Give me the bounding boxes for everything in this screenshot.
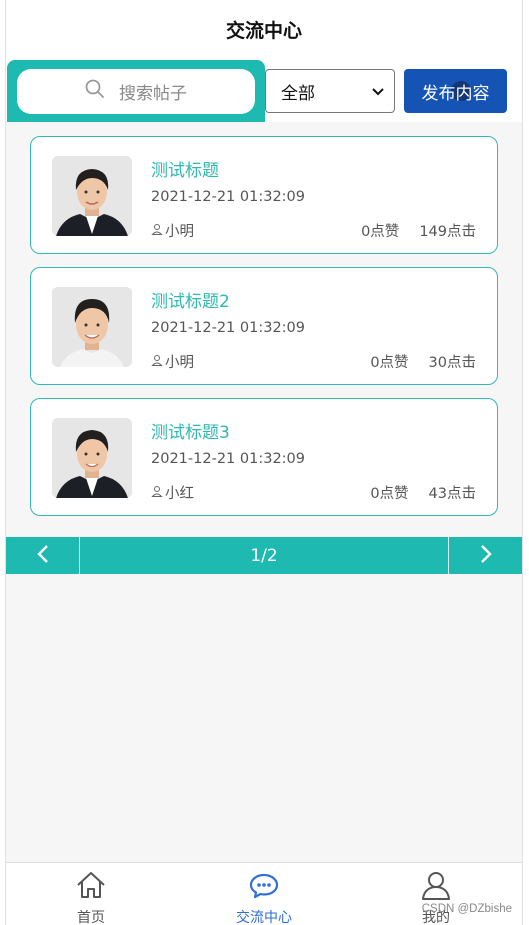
post-author-name: 小红 [165,486,194,502]
tab-home-label: 首页 [77,910,105,925]
post-author: 小明 [151,220,194,241]
publish-button[interactable]: 发布内容 [404,69,507,113]
tab-home[interactable]: 首页 [31,863,151,925]
post-card[interactable]: 测试标题3 2021-12-21 01:32:09 小红 0点赞 43点击 [30,398,498,516]
user-icon [420,869,452,905]
page-title: 交流中心 [225,19,302,42]
post-stats: 0点赞 30点击 [370,351,476,372]
post-title[interactable]: 测试标题2 [151,287,230,312]
post-title[interactable]: 测试标题3 [151,418,230,443]
post-author-name: 小明 [165,355,194,371]
post-stats: 0点赞 43点击 [370,482,476,503]
user-icon [151,223,163,239]
chevron-left-icon [36,544,49,568]
post-thumbnail [52,156,132,236]
post-likes: 0点赞 [361,224,400,240]
post-clicks: 30点击 [428,355,476,371]
page-title-bar: 交流中心 [6,0,522,58]
post-thumbnail [52,418,132,498]
post-author: 小明 [151,351,194,372]
post-author-name: 小明 [165,224,194,240]
post-clicks: 149点击 [419,224,476,240]
page-indicator: 1/2 [250,545,278,566]
tab-profile[interactable]: 我的 [376,863,496,925]
post-time: 2021-12-21 01:32:09 [151,189,305,205]
post-card[interactable]: 测试标题 2021-12-21 01:32:09 小明 0点赞 149点击 [30,136,498,254]
publish-button-label: 发布内容 [421,83,490,104]
post-list: 测试标题 2021-12-21 01:32:09 小明 0点赞 149点击 测试… [30,136,498,529]
search-icon [85,79,105,104]
category-select-value: 全部 [281,83,315,104]
chevron-right-icon [480,544,492,568]
search-input[interactable]: 搜索帖子 [17,69,255,114]
app-frame: 交流中心 搜索帖子 全部 发布内容 测试标题 2021-12-21 01:32:… [5,0,523,925]
post-clicks: 43点击 [428,486,476,502]
post-card[interactable]: 测试标题2 2021-12-21 01:32:09 小明 0点赞 30点击 [30,267,498,385]
bottom-tab-bar: 首页 交流中心 我的 CSDN @DZbishe [6,862,522,925]
prev-page-button[interactable] [6,537,79,574]
watermark: CSDN @DZbishe [421,903,512,915]
user-icon [151,354,163,370]
chevron-down-icon [372,81,384,101]
post-author: 小红 [151,482,194,503]
pagination-bar: 1/2 [6,537,522,574]
tab-forum-label: 交流中心 [236,910,292,925]
post-likes: 0点赞 [370,486,409,502]
search-field-wrapper: 搜索帖子 [7,60,265,122]
post-stats: 0点赞 149点击 [361,220,476,241]
post-time: 2021-12-21 01:32:09 [151,451,305,467]
tab-forum[interactable]: 交流中心 [204,863,324,925]
post-title[interactable]: 测试标题 [151,156,219,181]
chat-icon [248,869,280,905]
next-page-button[interactable] [449,537,522,574]
search-placeholder: 搜索帖子 [119,84,187,104]
category-select[interactable]: 全部 [265,69,395,113]
post-time: 2021-12-21 01:32:09 [151,320,305,336]
search-toolbar: 搜索帖子 全部 发布内容 [6,58,522,122]
post-thumbnail [52,287,132,367]
home-icon [75,869,107,905]
post-likes: 0点赞 [370,355,409,371]
user-icon [151,485,163,501]
